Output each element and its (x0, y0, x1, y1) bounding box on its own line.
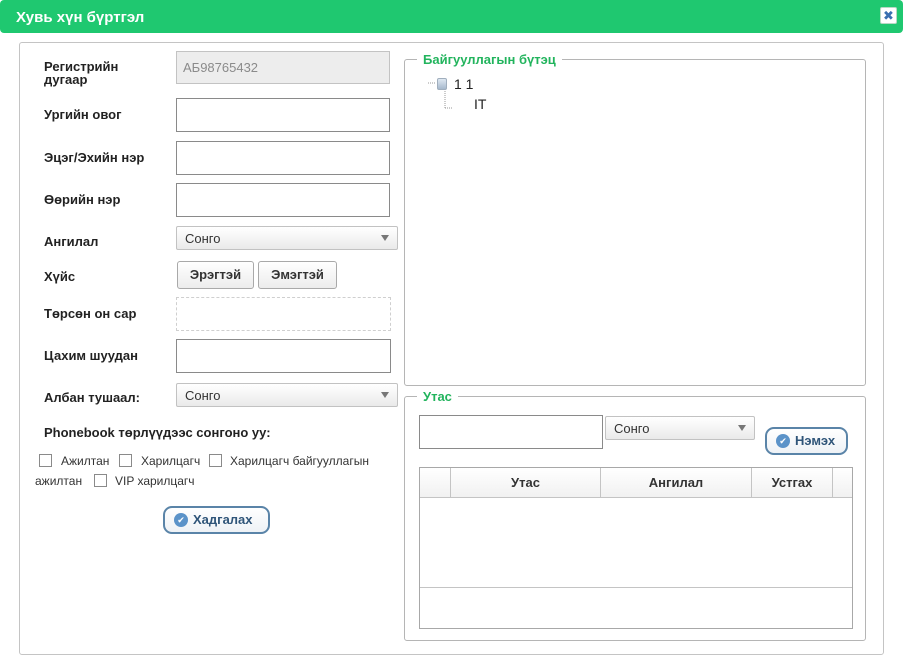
family-name-label: Ургийн овог (44, 107, 122, 122)
birth-date-label: Төрсөн он сар (44, 306, 137, 321)
category-select[interactable]: Сонго (176, 226, 398, 250)
checkbox-vip-customer-label: VIP харилцагч (115, 474, 195, 488)
register-input[interactable] (176, 51, 390, 84)
birth-date-field[interactable] (176, 297, 391, 331)
own-name-input[interactable] (176, 183, 390, 217)
grid-rownum-header (420, 468, 451, 498)
phone-type-select-value: Сонго (614, 421, 650, 436)
column-delete[interactable]: Устгах (752, 468, 833, 498)
dialog-titlebar: Хувь хүн бүртгэл ✖ (0, 0, 903, 33)
category-select-value: Сонго (185, 231, 221, 246)
tree-node-icon (437, 78, 447, 90)
position-select-value: Сонго (185, 388, 221, 403)
phone-type-select[interactable]: Сонго (605, 416, 755, 440)
email-label: Цахим шуудан (44, 348, 138, 363)
phone-grid-header: Утас Ангилал Устгах (420, 468, 852, 498)
own-name-label: Өөрийн нэр (44, 192, 121, 207)
tree-node-it[interactable]: IT (474, 96, 486, 112)
gender-male-button[interactable]: Эрэгтэй (177, 261, 254, 289)
phone-number-input[interactable] (419, 415, 603, 449)
checkbox-employee[interactable] (39, 454, 52, 467)
checkbox-customer-label: Харилцагч (141, 454, 201, 468)
column-phone[interactable]: Утас (451, 468, 601, 498)
org-structure-legend: Байгууллагын бүтэц (423, 52, 556, 67)
chevron-down-icon (381, 235, 389, 241)
father-name-label: Эцэг/Эхийн нэр (44, 150, 145, 165)
chevron-down-icon (381, 392, 389, 398)
check-circle-icon: ✔ (174, 513, 188, 527)
close-icon[interactable]: ✖ (880, 7, 897, 24)
add-phone-button-label: Нэмэх (795, 433, 836, 448)
register-label: Регистрийн дугаар (44, 59, 119, 87)
tree-node-root[interactable]: 1 1 (454, 76, 473, 92)
checkbox-customer-org-label: Харилцагч байгууллагын (230, 454, 369, 468)
phone-grid: Утас Ангилал Устгах (419, 467, 853, 629)
check-circle-icon: ✔ (776, 434, 790, 448)
family-name-input[interactable] (176, 98, 390, 132)
checkbox-customer-org-employee[interactable] (209, 454, 222, 467)
save-button[interactable]: ✔ Хадгалах (163, 506, 270, 534)
gender-female-button[interactable]: Эмэгтэй (258, 261, 337, 289)
column-category[interactable]: Ангилал (601, 468, 752, 498)
checkbox-customer[interactable] (119, 454, 132, 467)
checkbox-customer-org-label-cont: ажилтан (35, 474, 83, 488)
checkbox-vip-customer[interactable] (94, 474, 107, 487)
phone-grid-footer (420, 587, 852, 628)
category-label: Ангилал (44, 234, 99, 249)
position-select[interactable]: Сонго (176, 383, 398, 407)
position-label: Албан тушаал: (44, 390, 141, 405)
phonebook-types-label: Phonebook төрлүүдээс сонгоно уу: (44, 425, 271, 440)
chevron-down-icon (738, 425, 746, 431)
gender-label: Хүйс (44, 269, 76, 284)
add-phone-button[interactable]: ✔ Нэмэх (765, 427, 848, 455)
org-tree: 1 1 IT (422, 73, 818, 371)
save-button-label: Хадгалах (193, 512, 253, 527)
email-input[interactable] (176, 339, 391, 373)
checkbox-employee-label: Ажилтан (61, 454, 110, 468)
phone-legend: Утас (423, 389, 452, 404)
dialog-title: Хувь хүн бүртгэл (16, 9, 145, 26)
father-name-input[interactable] (176, 141, 390, 175)
dialog-body: Регистрийн дугаар Ургийн овог Эцэг/Эхийн… (19, 42, 884, 655)
